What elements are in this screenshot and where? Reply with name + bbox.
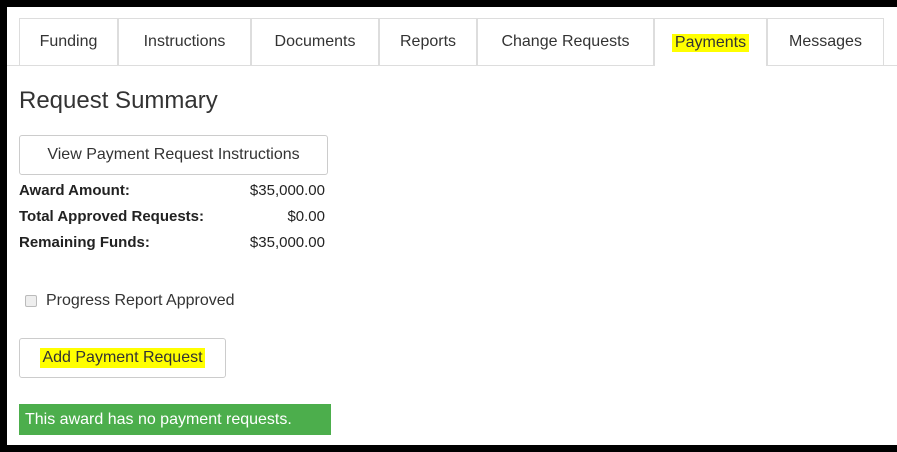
tab-divider xyxy=(767,65,897,66)
no-requests-alert: This award has no payment requests. xyxy=(19,404,331,435)
add-payment-request-label: Add Payment Request xyxy=(40,348,205,368)
view-instructions-button[interactable]: View Payment Request Instructions xyxy=(19,135,328,175)
summary-value: $35,000.00 xyxy=(249,234,325,251)
award-detail-panel: Funding Instructions Documents Reports C… xyxy=(7,7,897,445)
progress-report-checkbox[interactable] xyxy=(25,295,37,307)
tab-reports[interactable]: Reports xyxy=(379,18,477,65)
tab-label: Funding xyxy=(39,33,98,50)
summary-row-remaining-funds: Remaining Funds: $35,000.00 xyxy=(19,234,325,256)
tab-divider xyxy=(7,65,654,66)
tab-label: Reports xyxy=(399,33,457,50)
add-payment-request-button[interactable]: Add Payment Request xyxy=(19,338,226,378)
tab-change-requests[interactable]: Change Requests xyxy=(477,18,654,65)
tab-label: Change Requests xyxy=(501,33,630,50)
page-title: Request Summary xyxy=(19,87,218,114)
tab-bar: Funding Instructions Documents Reports C… xyxy=(7,7,897,66)
summary-label: Award Amount: xyxy=(19,182,130,199)
tab-label: Payments xyxy=(671,33,750,52)
tab-payments[interactable]: Payments xyxy=(654,18,767,66)
tab-documents[interactable]: Documents xyxy=(251,18,379,65)
tab-funding[interactable]: Funding xyxy=(19,18,118,65)
summary-label: Remaining Funds: xyxy=(19,234,150,251)
tab-label: Documents xyxy=(274,33,356,50)
progress-report-label: Progress Report Approved xyxy=(46,292,235,309)
tab-instructions[interactable]: Instructions xyxy=(118,18,251,65)
progress-report-checkbox-row: Progress Report Approved xyxy=(25,290,235,312)
tab-messages[interactable]: Messages xyxy=(767,18,884,65)
summary-value: $35,000.00 xyxy=(249,182,325,199)
summary-value: $0.00 xyxy=(287,208,325,225)
tab-label: Instructions xyxy=(143,33,226,50)
tab-label: Messages xyxy=(789,33,862,50)
summary-row-total-approved: Total Approved Requests: $0.00 xyxy=(19,208,325,230)
summary-row-award-amount: Award Amount: $35,000.00 xyxy=(19,182,325,204)
summary-label: Total Approved Requests: xyxy=(19,208,205,225)
